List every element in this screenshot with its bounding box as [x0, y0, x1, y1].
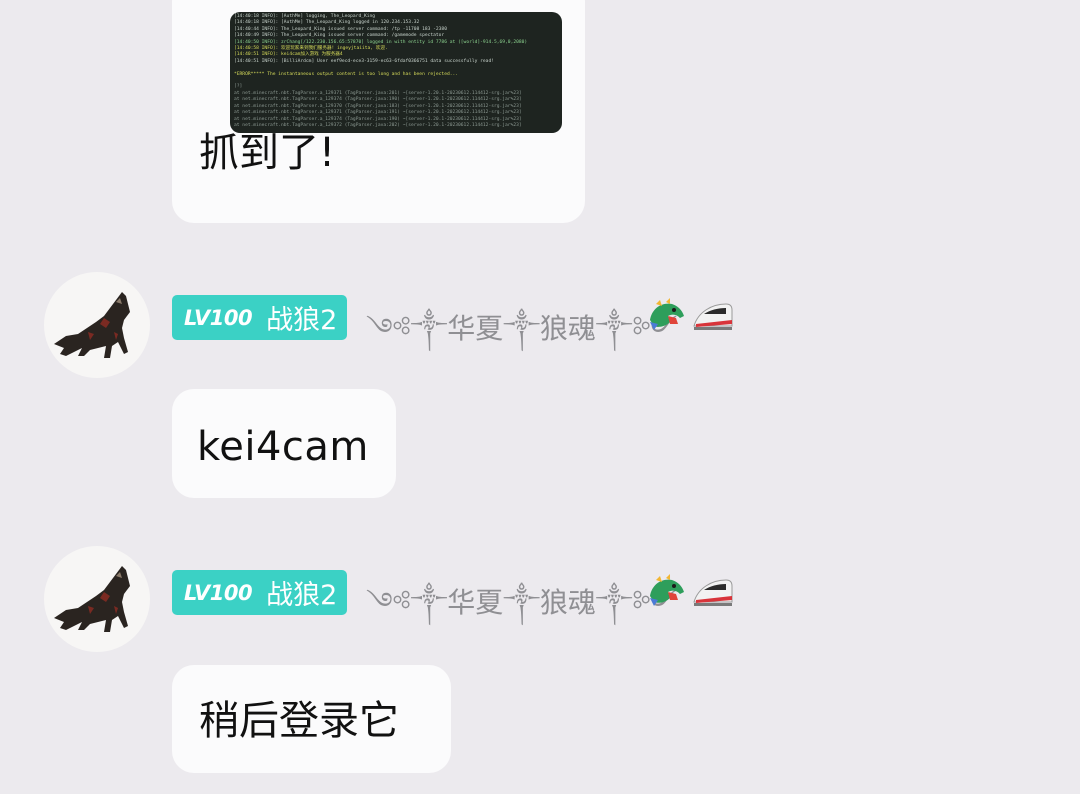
- sender-title: ༺༒华夏༒狼魂༒༻: [366, 586, 678, 619]
- sender-name: 战狼2: [266, 580, 338, 611]
- message-text: 抓到了!: [199, 130, 336, 176]
- emoji-row: [646, 574, 734, 610]
- console-line: at net.minecraft.nbt.TagParser.a_129374 …: [234, 116, 522, 122]
- sender-title: ༺༒华夏༒狼魂༒༻: [366, 312, 678, 345]
- message-text: 稍后登录它: [199, 698, 399, 744]
- message-bubble-image[interactable]: [14:40:18 INFO]: [AuthMe] logging, The_L…: [172, 0, 585, 223]
- dragon-emoji-icon: [650, 574, 684, 606]
- message-text: kei4cam: [197, 424, 369, 470]
- dragon-emoji-icon: [650, 298, 684, 330]
- avatar[interactable]: [44, 272, 150, 378]
- bullet-train-icon: [693, 579, 733, 606]
- emoji-row: [646, 298, 734, 334]
- console-line: at net.minecraft.nbt.TagParser.a_129372 …: [234, 122, 522, 128]
- sender-name: 战狼2: [266, 305, 338, 336]
- level-label: LV100: [184, 305, 253, 330]
- message-bubble[interactable]: 稍后登录它: [172, 665, 451, 773]
- console-screenshot-image[interactable]: [14:40:18 INFO]: [AuthMe] logging, The_L…: [230, 12, 562, 133]
- wolf-avatar-icon: [54, 566, 130, 632]
- level-label: LV100: [184, 580, 253, 605]
- console-line: at net.minecraft.nbt.TagParser.a_129374 …: [234, 97, 522, 103]
- console-line: at net.minecraft.nbt.TagParser.a_129371 …: [234, 110, 522, 116]
- wolf-avatar-icon: [54, 292, 130, 358]
- bullet-train-icon: [693, 303, 733, 330]
- message-bubble[interactable]: kei4cam: [172, 389, 396, 498]
- avatar[interactable]: [44, 546, 150, 652]
- level-badge[interactable]: LV100 战狼2: [172, 570, 348, 615]
- level-badge[interactable]: LV100 战狼2: [172, 295, 348, 340]
